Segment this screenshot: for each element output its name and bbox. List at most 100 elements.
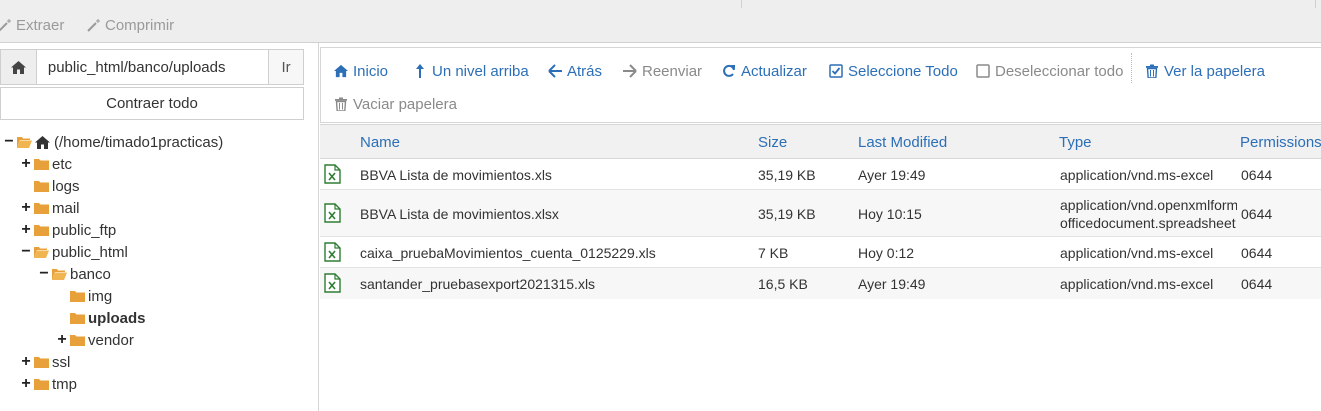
column-header-size[interactable]: Size	[758, 134, 787, 151]
folder-icon	[70, 291, 85, 302]
home-icon	[10, 60, 26, 74]
up-one-level-button[interactable]: Un nivel arriba	[413, 61, 529, 81]
trash-icon	[1146, 64, 1158, 78]
file-size: 35,19 KB	[758, 167, 816, 183]
collapse-all-button[interactable]: Contraer todo	[0, 87, 304, 120]
expand-toggle-icon[interactable]: +	[56, 331, 68, 349]
folder-icon	[34, 159, 49, 170]
column-header-name[interactable]: Name	[360, 134, 400, 151]
toolbar-divider	[1131, 53, 1132, 83]
expand-toggle-icon[interactable]: +	[20, 221, 32, 239]
back-button[interactable]: Atrás	[548, 61, 602, 81]
tree-item-label: ssl	[52, 353, 71, 371]
extract-button[interactable]: Extraer	[0, 15, 64, 35]
tree-item-label: (/home/timado1practicas)	[54, 133, 224, 151]
file-name: santander_pruebasexport2021315.xls	[360, 276, 596, 292]
collapse-toggle-icon[interactable]: −	[3, 133, 15, 151]
table-row[interactable]: santander_pruebasexport2021315.xls 16,5 …	[320, 268, 1321, 299]
view-trash-button[interactable]: Ver la papelera	[1145, 61, 1265, 81]
folder-icon	[34, 357, 49, 368]
deselect-all-button[interactable]: Deseleccionar todo	[976, 61, 1123, 81]
path-input[interactable]	[36, 50, 269, 84]
home-icon	[35, 135, 50, 149]
trash-icon	[335, 97, 347, 111]
tree-item-etc[interactable]: + etc	[20, 153, 72, 175]
back-label: Atrás	[567, 62, 603, 80]
empty-trash-button[interactable]: Vaciar papelera	[334, 94, 457, 114]
select-all-label: Seleccione Todo	[848, 62, 958, 80]
file-modified: Hoy 10:15	[858, 206, 922, 222]
tree-item-ssl[interactable]: + ssl	[20, 351, 70, 373]
tree-item-root[interactable]: − (/home/timado1practicas)	[3, 131, 223, 153]
checkbox-empty-icon	[976, 64, 990, 78]
tree-item-public-ftp[interactable]: + public_ftp	[20, 219, 116, 241]
table-row[interactable]: caixa_pruebaMovimientos_cuenta_0125229.x…	[320, 237, 1321, 268]
expand-toggle-icon[interactable]: +	[20, 199, 32, 217]
tree-item-label: logs	[52, 177, 80, 195]
file-type: application/vnd.ms-excel	[1060, 276, 1214, 292]
file-permissions: 0644	[1241, 276, 1273, 292]
arrow-up-icon	[416, 64, 424, 78]
tree-item-label: tmp	[52, 375, 78, 393]
table-header: Name Size Last Modified Type Permissions	[320, 124, 1321, 159]
folder-icon	[34, 203, 49, 214]
top-toolbar: Extraer Comprimir	[0, 0, 1321, 43]
excel-file-icon	[324, 203, 341, 223]
forward-label: Reenviar	[642, 62, 703, 80]
wand-icon	[87, 19, 100, 32]
tree-item-label: mail	[52, 199, 80, 217]
tree-item-label: public_ftp	[52, 221, 117, 239]
tree-item-label: banco	[70, 265, 111, 283]
expand-toggle-icon[interactable]: +	[20, 375, 32, 393]
compress-button[interactable]: Comprimir	[87, 15, 174, 35]
folder-icon	[34, 181, 49, 192]
toolbar-divider	[1315, 0, 1316, 8]
refresh-icon	[723, 64, 735, 77]
tree-item-uploads[interactable]: uploads	[70, 307, 146, 329]
refresh-button[interactable]: Actualizar	[722, 61, 807, 81]
tree-item-banco[interactable]: − banco	[38, 263, 111, 285]
file-name: BBVA Lista de movimientos.xls	[360, 167, 552, 183]
file-list-panel: Inicio Un nivel arriba Atrás Reenviar Ac…	[320, 43, 1321, 411]
home-button[interactable]: Inicio	[334, 61, 388, 81]
path-bar: Ir	[0, 49, 304, 85]
folder-icon	[70, 335, 85, 346]
select-all-button[interactable]: Seleccione Todo	[829, 61, 958, 81]
tree-item-mail[interactable]: + mail	[20, 197, 80, 219]
compress-label: Comprimir	[105, 16, 175, 34]
arrow-left-icon	[548, 64, 562, 78]
tree-item-vendor[interactable]: + vendor	[56, 329, 134, 351]
directory-panel: Ir Contraer todo − (/home/timado1practic…	[0, 43, 319, 411]
tree-item-tmp[interactable]: + tmp	[20, 373, 77, 395]
column-header-modified[interactable]: Last Modified	[858, 134, 947, 151]
forward-button[interactable]: Reenviar	[623, 61, 702, 81]
column-header-permissions[interactable]: Permissions	[1240, 134, 1321, 151]
file-permissions: 0644	[1241, 206, 1273, 222]
toolbar-divider	[741, 0, 742, 8]
tree-item-logs[interactable]: logs	[34, 175, 80, 197]
tree-item-public-html[interactable]: − public_html	[20, 241, 128, 263]
tree-item-img[interactable]: img	[70, 285, 112, 307]
expand-toggle-icon[interactable]: +	[20, 353, 32, 371]
file-size: 16,5 KB	[758, 276, 808, 292]
go-button[interactable]: Ir	[268, 50, 303, 84]
collapse-toggle-icon[interactable]: −	[38, 265, 50, 283]
collapse-toggle-icon[interactable]: −	[20, 243, 32, 261]
table-row[interactable]: BBVA Lista de movimientos.xlsx 35,19 KB …	[320, 190, 1321, 237]
file-type: application/vnd.ms-excel	[1060, 167, 1214, 183]
up-label: Un nivel arriba	[432, 62, 529, 80]
file-toolbar: Inicio Un nivel arriba Atrás Reenviar Ac…	[320, 47, 1321, 123]
folder-open-icon	[17, 137, 32, 148]
refresh-label: Actualizar	[741, 62, 807, 80]
file-type-line2: officedocument.spreadsheet	[1060, 215, 1236, 231]
checkbox-checked-icon	[829, 64, 843, 78]
excel-file-icon	[324, 164, 341, 184]
table-row[interactable]: BBVA Lista de movimientos.xls 35,19 KB A…	[320, 159, 1321, 190]
file-name: caixa_pruebaMovimientos_cuenta_0125229.x…	[360, 245, 656, 261]
file-size: 7 KB	[758, 245, 789, 261]
file-permissions: 0644	[1241, 245, 1273, 261]
column-header-type[interactable]: Type	[1059, 134, 1092, 151]
home-path-button[interactable]	[1, 50, 37, 84]
extract-label: Extraer	[16, 16, 65, 34]
expand-toggle-icon[interactable]: +	[20, 155, 32, 173]
